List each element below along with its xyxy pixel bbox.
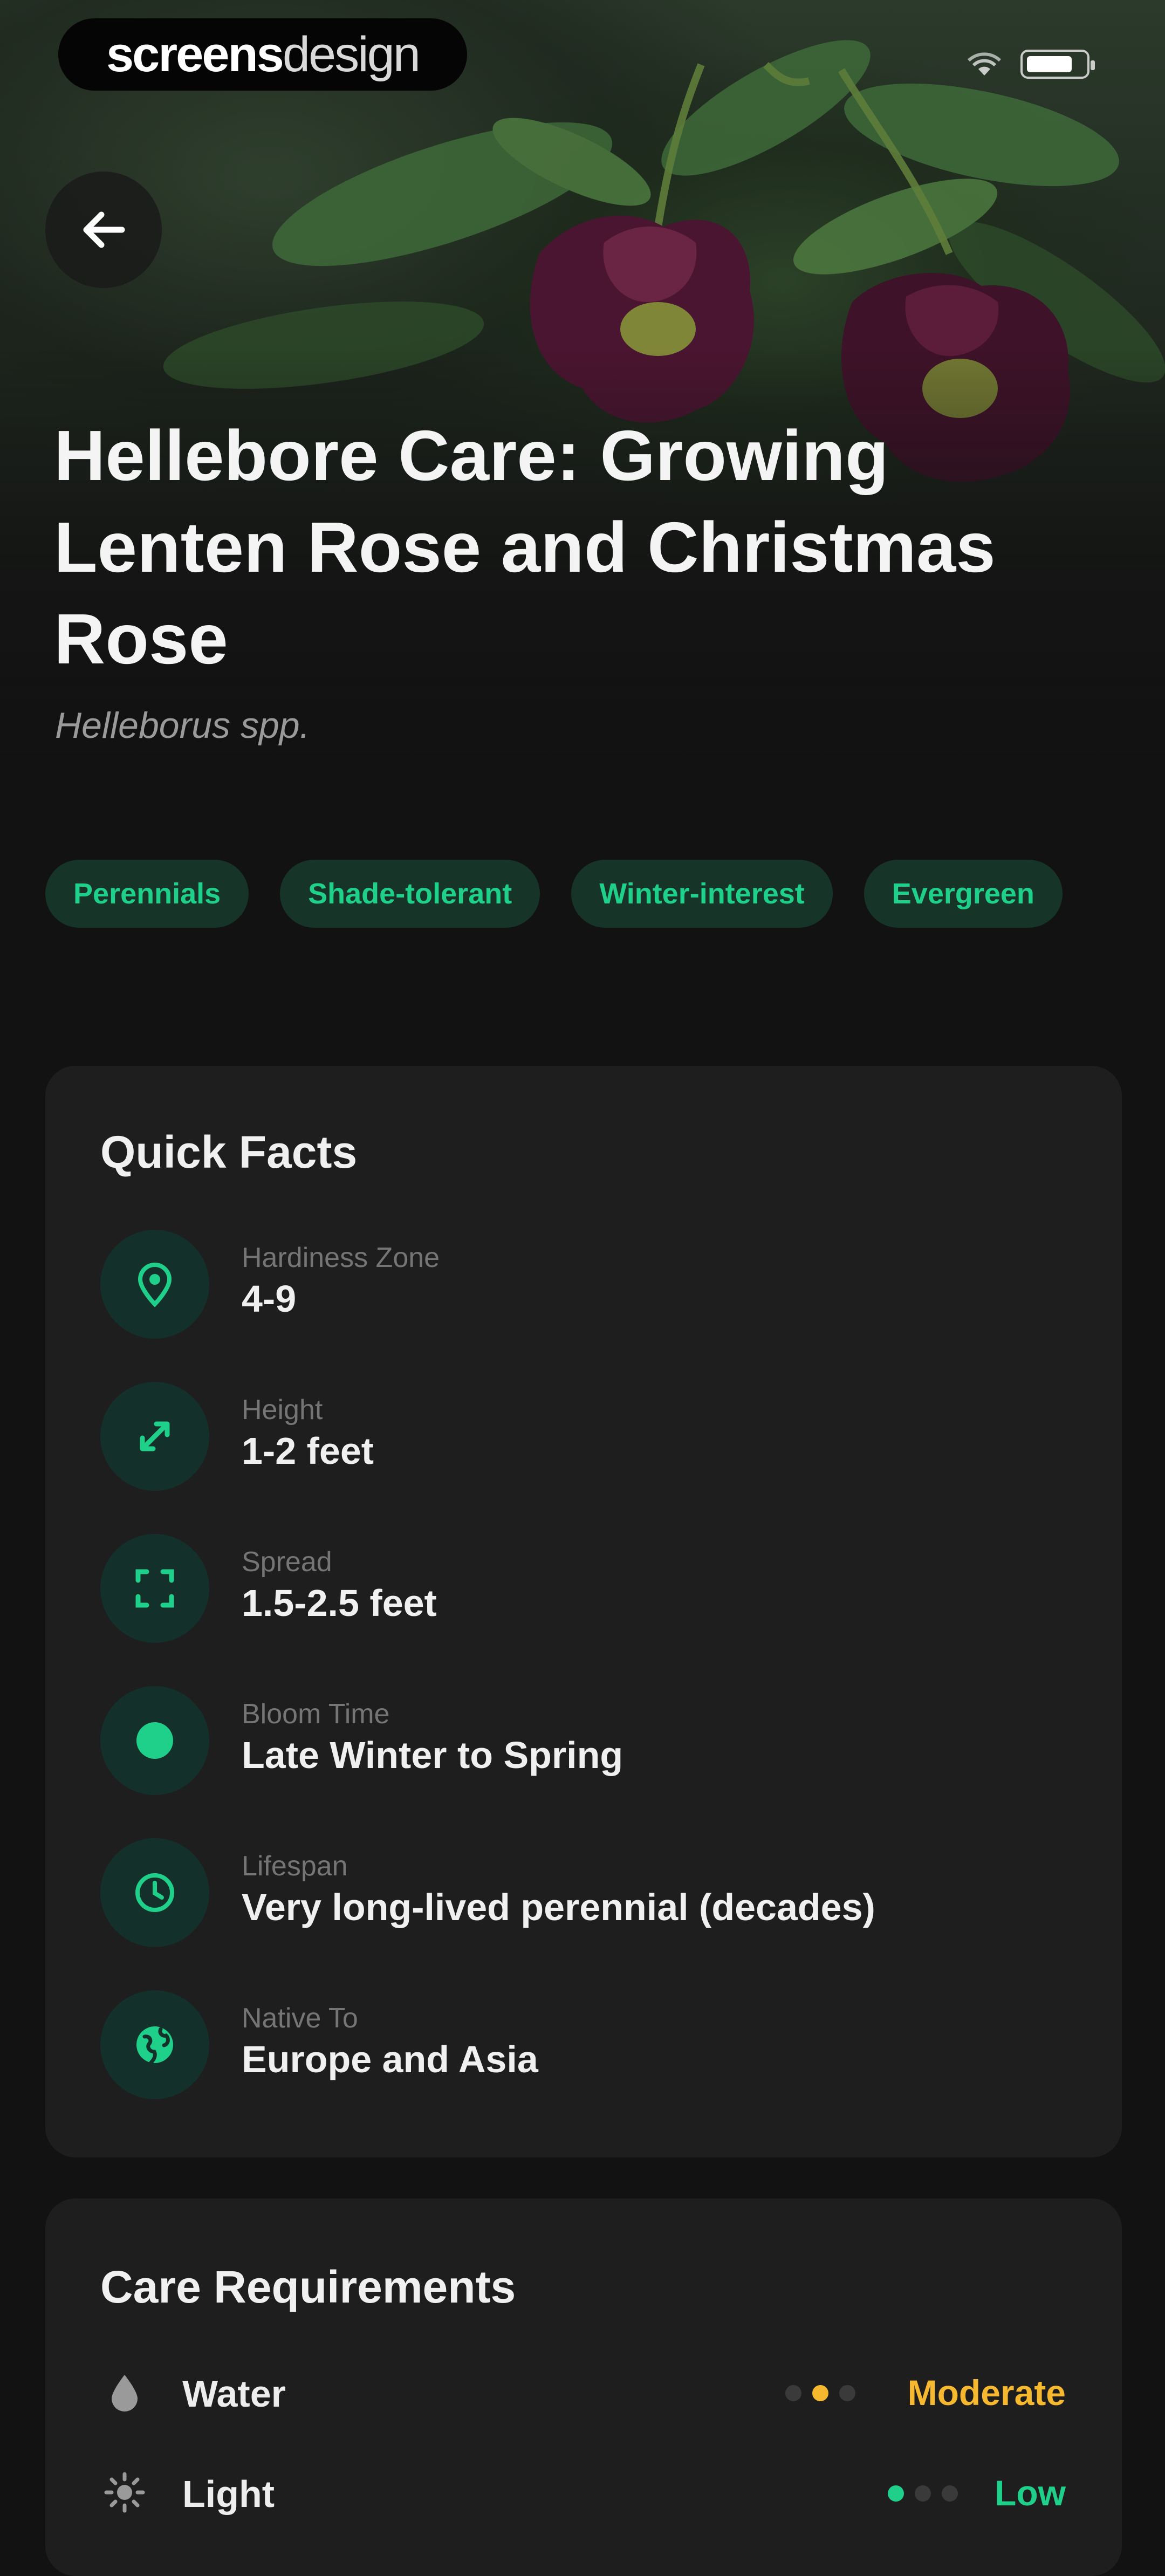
clock-icon (100, 1838, 209, 1947)
level-dot (942, 2485, 958, 2502)
tag-shade-tolerant[interactable]: Shade-tolerant (280, 860, 540, 928)
fact-label: Hardiness Zone (242, 1242, 440, 1273)
care-row-water: Water Moderate (100, 2362, 1066, 2422)
battery-icon (1020, 50, 1095, 79)
care-label: Water (182, 2373, 286, 2415)
care-heading: Care Requirements (100, 2262, 516, 2312)
fact-value: 4-9 (242, 1278, 297, 1320)
level-dots (785, 2385, 855, 2401)
fact-value: 1-2 feet (242, 1430, 374, 1472)
quick-facts-heading: Quick Facts (100, 1127, 358, 1177)
fact-bloom-time: Bloom Time Late Winter to Spring (100, 1686, 1017, 1795)
care-level: Low (995, 2473, 1066, 2513)
care-label: Light (182, 2473, 275, 2515)
fact-spread: Spread 1.5-2.5 feet (100, 1534, 1017, 1643)
level-dot (839, 2385, 855, 2401)
brand-logo: screens design (58, 18, 467, 91)
arrow-left-icon (83, 211, 125, 248)
brand-bold: screens (106, 26, 284, 82)
brand-light: design (282, 26, 421, 82)
fact-label: Native To (242, 2003, 358, 2034)
tag-list: Perennials Shade-tolerant Winter-interes… (45, 860, 1119, 928)
fact-value: Very long-lived perennial (decades) (242, 1886, 875, 1928)
location-pin-icon (100, 1230, 209, 1339)
level-dot (888, 2485, 904, 2502)
fact-label: Bloom Time (242, 1698, 390, 1730)
level-dot (915, 2485, 931, 2502)
tag-perennials[interactable]: Perennials (45, 860, 249, 928)
fact-label: Lifespan (242, 1851, 348, 1882)
fact-hardiness-zone: Hardiness Zone 4-9 (100, 1230, 1017, 1339)
bloom-icon (100, 1686, 209, 1795)
fact-value: Europe and Asia (242, 2038, 538, 2080)
tag-evergreen[interactable]: Evergreen (864, 860, 1063, 928)
height-arrow-icon (100, 1382, 209, 1491)
status-bar (965, 50, 1095, 79)
sun-icon (100, 2468, 149, 2517)
fact-lifespan: Lifespan Very long-lived perennial (deca… (100, 1838, 1017, 1947)
level-dots (888, 2485, 958, 2502)
scientific-name: Helleborus spp. (55, 705, 310, 746)
care-row-light: Light Low (100, 2463, 1066, 2522)
globe-icon (100, 1990, 209, 2099)
level-dot (812, 2385, 828, 2401)
fact-label: Height (242, 1394, 323, 1426)
care-requirements-card: Care Requirements Water Moderate Light L… (45, 2198, 1122, 2576)
level-dot (785, 2385, 801, 2401)
fact-native-to: Native To Europe and Asia (100, 1990, 1017, 2099)
fact-label: Spread (242, 1546, 332, 1578)
expand-icon (100, 1534, 209, 1643)
tag-winter-interest[interactable]: Winter-interest (571, 860, 833, 928)
quick-facts-card: Quick Facts Hardiness Zone 4-9 Height 1-… (45, 1066, 1122, 2157)
water-drop-icon (100, 2368, 149, 2416)
fact-value: 1.5-2.5 feet (242, 1582, 437, 1624)
wifi-icon (967, 52, 1002, 76)
care-level: Moderate (907, 2373, 1066, 2413)
page-title: Hellebore Care: Growing Lenten Rose and … (54, 416, 996, 679)
back-button[interactable] (45, 172, 162, 288)
fact-height: Height 1-2 feet (100, 1382, 1017, 1491)
fact-value: Late Winter to Spring (242, 1734, 623, 1776)
